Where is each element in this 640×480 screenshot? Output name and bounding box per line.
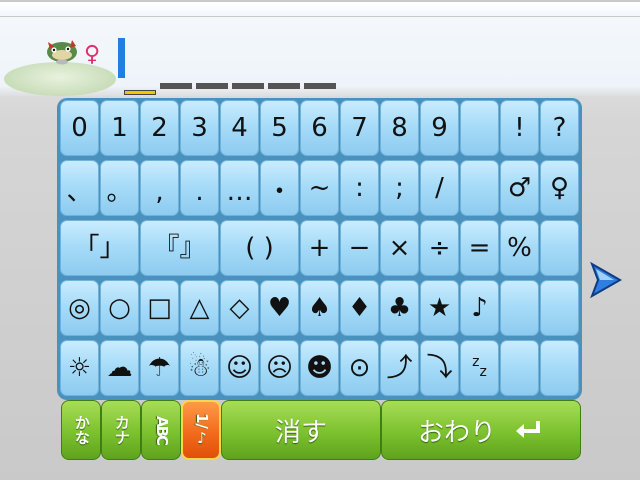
symbol-key[interactable]: ☻ — [300, 340, 339, 396]
header-divider — [0, 16, 640, 17]
symbol-key[interactable]: 5 — [260, 100, 299, 156]
symbol-key[interactable]: ☹ — [260, 340, 299, 396]
symbol-key[interactable]: 『』 — [140, 220, 219, 276]
symbol-key[interactable]: 8 — [380, 100, 419, 156]
symbol-key[interactable]: 4 — [220, 100, 259, 156]
symbol-key[interactable]: ~ — [300, 160, 339, 216]
delete-label: 消す — [274, 417, 327, 448]
symbol-key[interactable]: ☼ — [60, 340, 99, 396]
mode-alphabet-button[interactable]: ABC — [141, 400, 181, 460]
mode-alphabet-label: ABC — [152, 415, 171, 445]
mode-symbols-button[interactable]: 1/♪ — [181, 400, 221, 460]
symbol-key[interactable]: ○ — [100, 280, 139, 336]
symbol-key[interactable]: ! — [500, 100, 539, 156]
symbol-key[interactable]: ★ — [420, 280, 459, 336]
symbol-key[interactable]: 7 — [340, 100, 379, 156]
mode-katakana-button[interactable]: カナ — [101, 400, 141, 460]
symbol-key[interactable]: ♂ — [500, 160, 539, 216]
symbol-key[interactable] — [500, 340, 539, 396]
symbol-key[interactable]: × — [380, 220, 419, 276]
symbol-key[interactable]: 、 — [60, 160, 99, 216]
symbol-key[interactable]: 9 — [420, 100, 459, 156]
mode-hiragana-button[interactable]: かな — [61, 400, 101, 460]
symbol-key[interactable] — [540, 340, 579, 396]
symbol-key[interactable]: ◎ — [60, 280, 99, 336]
symbol-key[interactable]: 3 — [180, 100, 219, 156]
symbol-key[interactable]: ♣ — [380, 280, 419, 336]
symbol-key[interactable]: 「」 — [60, 220, 139, 276]
symbol-key[interactable]: ; — [380, 160, 419, 216]
mode-katakana-label: カナ — [112, 415, 131, 445]
symbol-key[interactable]: ◇ — [220, 280, 259, 336]
symbol-key[interactable]: − — [340, 220, 379, 276]
symbol-key[interactable]: / — [420, 160, 459, 216]
symbol-key[interactable]: 2 — [140, 100, 179, 156]
symbol-key[interactable] — [500, 280, 539, 336]
symbol-key[interactable]: ♠ — [300, 280, 339, 336]
symbol-key[interactable]: , — [140, 160, 179, 216]
symbol-key[interactable]: ・ — [260, 160, 299, 216]
symbol-key[interactable]: ⤴ — [380, 340, 419, 396]
symbol-key[interactable] — [540, 280, 579, 336]
symbol-key[interactable]: + — [300, 220, 339, 276]
symbol-key[interactable]: □ — [140, 280, 179, 336]
symbol-key[interactable]: ♪ — [460, 280, 499, 336]
symbol-key[interactable] — [460, 160, 499, 216]
symbol-key[interactable]: ♥ — [260, 280, 299, 336]
symbol-key[interactable]: ☁ — [100, 340, 139, 396]
symbol-key[interactable]: zz — [460, 340, 499, 396]
symbol-key[interactable]: ⤵ — [420, 340, 459, 396]
done-label: おわり — [417, 417, 496, 448]
done-button[interactable]: おわり — [381, 400, 581, 460]
name-slot — [124, 90, 156, 95]
symbol-key[interactable]: ♀ — [540, 160, 579, 216]
symbol-key[interactable]: . — [180, 160, 219, 216]
symbol-key[interactable]: ( ) — [220, 220, 299, 276]
mode-hiragana-label: かな — [72, 415, 91, 445]
symbol-key[interactable]: ÷ — [420, 220, 459, 276]
symbol-key[interactable]: % — [500, 220, 539, 276]
symbol-key[interactable] — [460, 100, 499, 156]
symbol-key[interactable]: ☺ — [220, 340, 259, 396]
name-slot — [268, 83, 300, 89]
enter-icon — [516, 421, 540, 438]
name-slot — [232, 83, 264, 89]
symbol-key[interactable]: ⊙ — [340, 340, 379, 396]
text-cursor — [118, 38, 125, 78]
symbol-key[interactable]: = — [460, 220, 499, 276]
gender-female-icon: ♀ — [84, 42, 101, 67]
pokemon-icon — [47, 40, 77, 65]
name-slot — [196, 83, 228, 89]
symbol-key[interactable]: ☃ — [180, 340, 219, 396]
name-slot — [304, 83, 336, 89]
name-slot — [160, 83, 192, 89]
symbol-key[interactable]: ☂ — [140, 340, 179, 396]
symbol-key[interactable]: 。 — [100, 160, 139, 216]
symbol-key[interactable]: 0 — [60, 100, 99, 156]
delete-button[interactable]: 消す — [221, 400, 381, 460]
mode-symbols-label: 1/♪ — [192, 413, 211, 447]
symbol-key[interactable]: 1 — [100, 100, 139, 156]
symbol-key[interactable]: ♦ — [340, 280, 379, 336]
symbol-key[interactable]: : — [340, 160, 379, 216]
next-page-arrow-icon[interactable] — [588, 260, 624, 300]
symbol-key[interactable] — [540, 220, 579, 276]
name-entry-header: ♀ — [0, 0, 640, 96]
symbol-key[interactable]: △ — [180, 280, 219, 336]
symbol-key[interactable]: ? — [540, 100, 579, 156]
symbol-key[interactable]: 6 — [300, 100, 339, 156]
symbol-key[interactable]: … — [220, 160, 259, 216]
